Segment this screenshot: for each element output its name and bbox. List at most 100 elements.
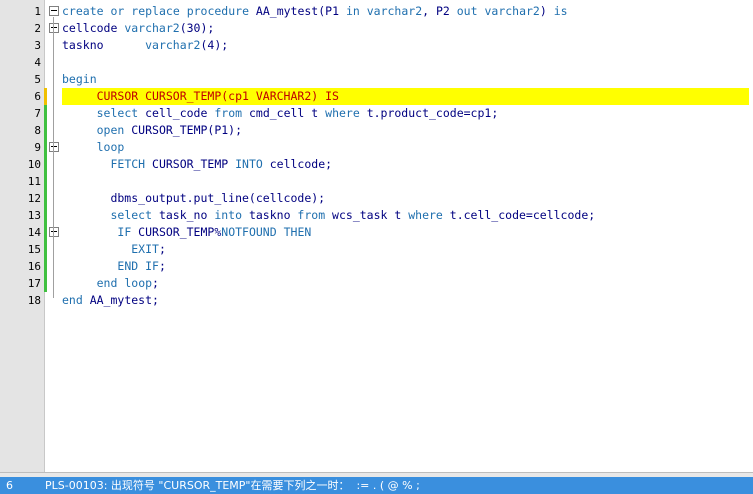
keyword-token: varchar2 bbox=[124, 21, 180, 35]
code-line[interactable]: 4 bbox=[0, 54, 753, 71]
code-line[interactable]: 3 taskno varchar2(4); bbox=[0, 37, 753, 54]
keyword-token: create bbox=[62, 4, 104, 18]
code-text: cellcode varchar2(30); bbox=[62, 20, 749, 37]
code-line[interactable]: 16 END IF; bbox=[0, 258, 753, 275]
line-number: 14 bbox=[27, 226, 41, 239]
keyword-token: or bbox=[110, 4, 125, 18]
status-error-message: PLS-00103: 出现符号 "CURSOR_TEMP"在需要下列之一时： :… bbox=[45, 479, 420, 492]
code-token: (30); bbox=[179, 21, 215, 35]
change-marker bbox=[44, 156, 47, 173]
code-line[interactable]: 14 IF CURSOR_TEMP%NOTFOUND THEN bbox=[0, 224, 753, 241]
code-editor[interactable]: 1 create or replace procedure AA_mytest(P… bbox=[0, 0, 753, 472]
code-text: select task_no into taskno from wcs_task… bbox=[62, 207, 749, 224]
line-number: 4 bbox=[34, 56, 41, 69]
code-token: cell_code bbox=[138, 106, 215, 120]
line-number: 2 bbox=[34, 22, 41, 35]
change-marker bbox=[44, 139, 47, 156]
change-marker bbox=[44, 224, 47, 241]
keyword-token: from bbox=[297, 208, 326, 222]
fold-toggle-icon[interactable] bbox=[49, 23, 59, 33]
code-token: taskno bbox=[242, 208, 298, 222]
fold-toggle-icon[interactable] bbox=[49, 6, 59, 16]
code-token: taskno bbox=[62, 38, 146, 52]
code-line[interactable]: 5 begin bbox=[0, 71, 753, 88]
keyword-token: replace bbox=[131, 4, 180, 18]
code-line[interactable]: 18 end AA_mytest; bbox=[0, 292, 753, 309]
code-line[interactable]: 7 select cell_code from cmd_cell t where… bbox=[0, 105, 753, 122]
code-text: end AA_mytest; bbox=[62, 292, 749, 309]
code-line[interactable]: 17 end loop; bbox=[0, 275, 753, 292]
keyword-token: varchar2 bbox=[145, 38, 201, 52]
line-number: 8 bbox=[34, 124, 41, 137]
code-text: create or replace procedure AA_mytest(P1… bbox=[62, 3, 749, 20]
code-line[interactable]: 15 EXIT; bbox=[0, 241, 753, 258]
fold-toggle-icon[interactable] bbox=[49, 142, 59, 152]
code-text: dbms_output.put_line(cellcode); bbox=[62, 190, 749, 207]
code-token: wcs_task t bbox=[325, 208, 409, 222]
code-text: select cell_code from cmd_cell t where t… bbox=[62, 105, 749, 122]
keyword-token: EXIT bbox=[131, 242, 159, 256]
code-line[interactable]: 13 select task_no into taskno from wcs_t… bbox=[0, 207, 753, 224]
change-marker bbox=[44, 258, 47, 275]
keyword-token: is bbox=[553, 4, 568, 18]
line-number: 13 bbox=[27, 209, 41, 222]
line-number: 12 bbox=[27, 192, 41, 205]
code-line[interactable]: 2 cellcode varchar2(30); bbox=[0, 20, 753, 37]
code-line[interactable]: 12 dbms_output.put_line(cellcode); bbox=[0, 190, 753, 207]
keyword-token: open bbox=[96, 123, 125, 137]
fold-toggle-icon[interactable] bbox=[49, 227, 59, 237]
change-marker bbox=[44, 105, 47, 122]
line-number: 9 bbox=[34, 141, 41, 154]
keyword-token: INTO bbox=[235, 157, 263, 171]
keyword-token: THEN bbox=[283, 225, 312, 239]
code-token: AA_mytest(P1 bbox=[249, 4, 346, 18]
code-text: open CURSOR_TEMP(P1); bbox=[62, 122, 749, 139]
code-area[interactable]: 1 create or replace procedure AA_mytest(P… bbox=[0, 3, 753, 309]
code-token: CURSOR_TEMP% bbox=[131, 225, 222, 239]
code-token: cellcode; bbox=[262, 157, 333, 171]
code-line[interactable]: 1 create or replace procedure AA_mytest(P… bbox=[0, 3, 753, 20]
keyword-token: loop bbox=[124, 276, 153, 290]
keyword-token: NOTFOUND bbox=[221, 225, 277, 239]
keyword-token: IF bbox=[145, 259, 159, 273]
keyword-token: IF bbox=[117, 225, 132, 239]
code-text: IF CURSOR_TEMP%NOTFOUND THEN bbox=[62, 224, 749, 241]
code-line[interactable]: 6 CURSOR CURSOR_TEMP(cp1 VARCHAR2) IS bbox=[0, 88, 753, 105]
code-token: ; bbox=[152, 276, 159, 290]
code-token: cellcode bbox=[62, 21, 125, 35]
code-token: CURSOR_TEMP(P1); bbox=[124, 123, 243, 137]
change-marker bbox=[44, 207, 47, 224]
keyword-token: END bbox=[117, 259, 139, 273]
code-token: CURSOR_TEMP bbox=[145, 157, 236, 171]
line-number: 5 bbox=[34, 73, 41, 86]
code-line[interactable]: 10 FETCH CURSOR_TEMP INTO cellcode; bbox=[0, 156, 753, 173]
line-number: 7 bbox=[34, 107, 41, 120]
keyword-token: where bbox=[325, 106, 360, 120]
code-line[interactable]: 8 open CURSOR_TEMP(P1); bbox=[0, 122, 753, 139]
change-marker bbox=[44, 88, 47, 105]
code-token: t.cell_code=cellcode; bbox=[442, 208, 596, 222]
code-line[interactable]: 9 loop bbox=[0, 139, 753, 156]
code-text: end loop; bbox=[62, 275, 749, 292]
code-text: begin bbox=[62, 71, 749, 88]
code-token: (4); bbox=[200, 38, 229, 52]
change-marker bbox=[44, 190, 47, 207]
code-token: ; bbox=[158, 242, 166, 256]
code-line[interactable]: 11 bbox=[0, 173, 753, 190]
line-number: 10 bbox=[27, 158, 41, 171]
code-text: FETCH CURSOR_TEMP INTO cellcode; bbox=[62, 156, 749, 173]
code-text: CURSOR CURSOR_TEMP(cp1 VARCHAR2) IS bbox=[62, 88, 749, 105]
status-line-number: 6 bbox=[6, 479, 13, 492]
keyword-token: CURSOR CURSOR_TEMP(cp1 VARCHAR2) IS bbox=[96, 89, 339, 103]
code-token: , P2 bbox=[422, 4, 457, 18]
keyword-token: FETCH bbox=[110, 157, 146, 171]
